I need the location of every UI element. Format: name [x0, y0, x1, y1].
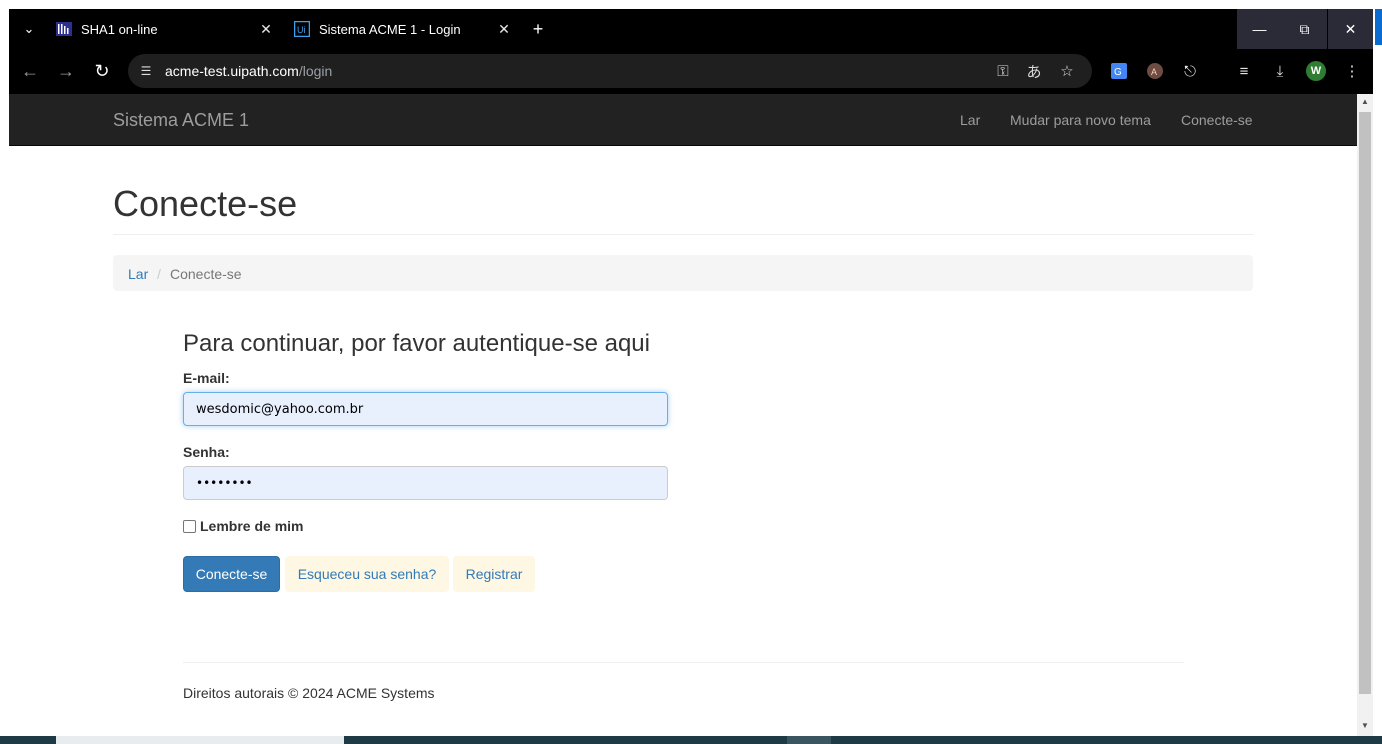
download-icon[interactable]: ⤓ — [1270, 61, 1290, 81]
tab-title: Sistema ACME 1 - Login — [319, 21, 461, 37]
extension-circle-icon[interactable]: A — [1145, 61, 1165, 81]
breadcrumb: Lar / Conecte-se — [113, 255, 1253, 291]
page-title: Conecte-se — [113, 183, 298, 224]
form-heading: Para continuar, por favor autentique-se … — [183, 330, 650, 357]
tab-title: SHA1 on-line — [81, 21, 158, 37]
bookmark-star-icon[interactable]: ☆ — [1058, 62, 1076, 80]
translate-icon[interactable]: あ — [1025, 62, 1043, 81]
taskbar-window-preview[interactable] — [56, 736, 344, 744]
forward-arrow-icon[interactable]: → — [54, 59, 78, 83]
menu-kebab-icon[interactable]: ⋮ — [1342, 61, 1362, 81]
tab-strip: ⌄ SHA1 on-line ✕ Ui Sistema ACME 1 - Log… — [9, 9, 1373, 49]
extensions-puzzle-icon[interactable]: ⎋ — [1180, 61, 1200, 81]
page-scrollbar[interactable]: ▲ ▼ — [1357, 94, 1373, 736]
footer-divider — [183, 662, 1184, 663]
window-edge-accent — [1375, 9, 1382, 45]
app-navbar: Sistema ACME 1 Lar Mudar para novo tema … — [9, 94, 1357, 146]
login-button[interactable]: Conecte-se — [183, 556, 280, 592]
password-field[interactable]: •••••••• — [183, 466, 668, 500]
breadcrumb-home-link[interactable]: Lar — [128, 266, 148, 282]
profile-avatar[interactable]: W — [1306, 61, 1326, 81]
email-label: E-mail: — [183, 370, 230, 386]
reading-list-icon[interactable]: ≡ — [1234, 61, 1254, 81]
navbar-brand[interactable]: Sistema ACME 1 — [113, 110, 249, 131]
svg-text:Ui: Ui — [297, 25, 306, 35]
browser-toolbar: ← → ↻ ☰ acme-test.uipath.com/login ⚿ あ ☆… — [9, 49, 1373, 94]
remember-me[interactable]: Lembre de mim — [183, 518, 303, 534]
close-tab-icon[interactable]: ✕ — [496, 21, 512, 37]
close-tab-icon[interactable]: ✕ — [258, 21, 274, 37]
uipath-icon: Ui — [294, 21, 310, 37]
url-text[interactable]: acme-test.uipath.com/login — [165, 63, 332, 79]
svg-text:A: A — [1151, 67, 1157, 77]
svg-text:G: G — [1114, 67, 1122, 78]
url-path: /login — [298, 63, 333, 79]
breadcrumb-current: Conecte-se — [170, 266, 242, 282]
reload-icon[interactable]: ↻ — [90, 59, 114, 83]
tab-search-chevron-icon[interactable]: ⌄ — [17, 17, 41, 41]
taskbar — [0, 736, 1382, 744]
taskbar-active-item[interactable] — [787, 736, 831, 744]
remember-me-checkbox[interactable] — [183, 519, 196, 533]
url-host: acme-test.uipath.com — [165, 63, 299, 79]
address-bar[interactable]: ☰ acme-test.uipath.com/login ⚿ あ ☆ — [128, 54, 1092, 88]
screen: ⌄ SHA1 on-line ✕ Ui Sistema ACME 1 - Log… — [0, 0, 1382, 744]
forgot-password-button[interactable]: Esqueceu sua senha? — [285, 556, 449, 592]
tab-acme-login[interactable]: Ui Sistema ACME 1 - Login ✕ — [284, 9, 524, 49]
tab-sha1-online[interactable]: SHA1 on-line ✕ — [46, 9, 284, 49]
sha1-site-icon — [56, 21, 72, 37]
nav-link-login[interactable]: Conecte-se — [1181, 112, 1253, 128]
password-key-icon[interactable]: ⚿ — [994, 62, 1012, 80]
password-label: Senha: — [183, 444, 230, 460]
title-divider — [113, 234, 1253, 235]
scroll-up-arrow-icon[interactable]: ▲ — [1361, 97, 1369, 106]
nav-link-home[interactable]: Lar — [960, 112, 980, 128]
remember-me-label[interactable]: Lembre de mim — [200, 518, 303, 534]
register-button[interactable]: Registrar — [453, 556, 535, 592]
restore-window-icon[interactable]: ⧉ — [1282, 9, 1327, 49]
new-tab-plus-icon[interactable]: + — [526, 17, 550, 41]
google-translate-extension-icon[interactable]: G — [1109, 61, 1129, 81]
scroll-down-arrow-icon[interactable]: ▼ — [1361, 721, 1369, 730]
nav-link-theme[interactable]: Mudar para novo tema — [1010, 112, 1151, 128]
email-field[interactable]: wesdomic@yahoo.com.br — [183, 392, 668, 426]
minimize-icon[interactable]: — — [1237, 9, 1282, 49]
site-info-icon[interactable]: ☰ — [138, 63, 154, 79]
scrollbar-thumb[interactable] — [1359, 112, 1371, 694]
breadcrumb-separator: / — [157, 266, 161, 282]
page-viewport: Sistema ACME 1 Lar Mudar para novo tema … — [9, 94, 1357, 736]
close-window-icon[interactable]: ✕ — [1328, 9, 1373, 49]
back-arrow-icon[interactable]: ← — [18, 59, 42, 83]
footer-copyright: Direitos autorais © 2024 ACME Systems — [183, 685, 435, 701]
